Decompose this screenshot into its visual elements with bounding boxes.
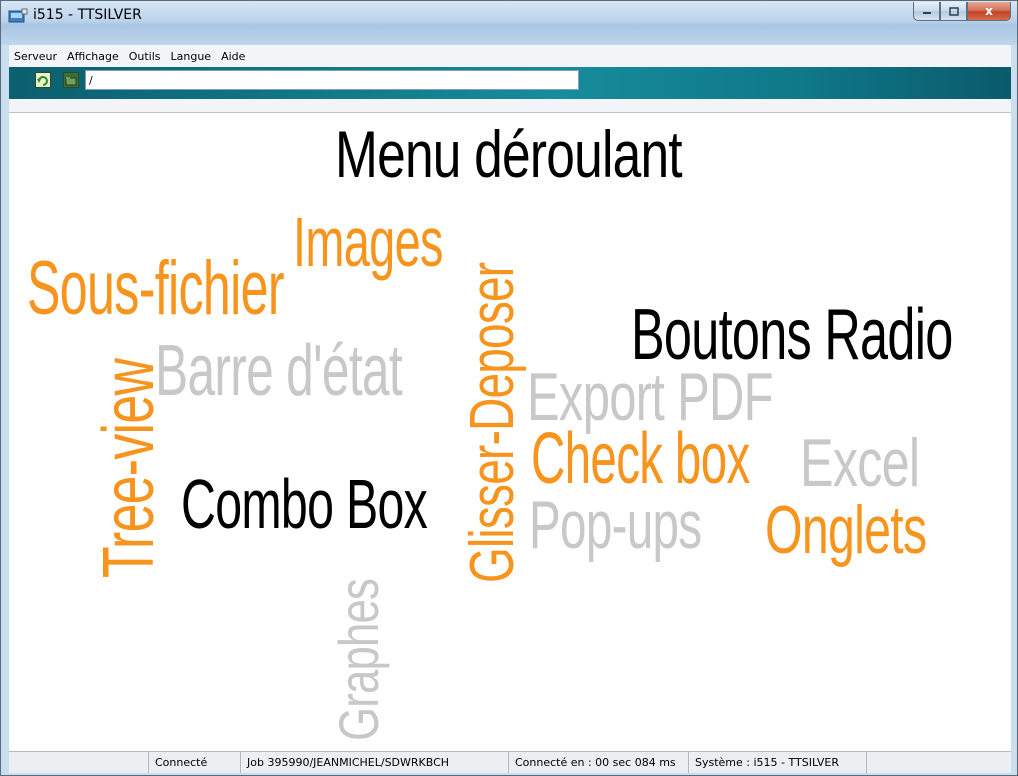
menu-affichage[interactable]: Affichage xyxy=(62,50,124,63)
toolbar-separator xyxy=(9,99,1011,113)
folder-icon xyxy=(65,77,77,86)
word-sous-fichier: Sous-fichier xyxy=(27,246,285,331)
close-button[interactable]: x xyxy=(967,2,1011,21)
menu-langue[interactable]: Langue xyxy=(166,50,217,63)
app-icon xyxy=(8,8,28,23)
toolbar: / xyxy=(9,67,1011,99)
maximize-button[interactable] xyxy=(940,2,967,21)
minimize-button[interactable] xyxy=(913,2,940,21)
folder-button[interactable] xyxy=(63,72,79,88)
word-barre-etat: Barre d'état xyxy=(155,331,403,411)
word-glisser-deposer: Glisser-Deposer xyxy=(458,262,527,583)
word-check-box: Check box xyxy=(531,419,750,499)
status-connection: Connecté xyxy=(149,752,241,773)
status-system: Système : i515 - TTSILVER xyxy=(689,752,867,773)
refresh-icon xyxy=(37,76,48,86)
menu-outils[interactable]: Outils xyxy=(124,50,166,63)
status-bar: Connecté Job 395990/JEANMICHEL/SDWRKBCH … xyxy=(9,751,1011,773)
window-controls: x xyxy=(913,2,1011,24)
word-excel: Excel xyxy=(800,425,920,501)
window-title: i515 - TTSILVER xyxy=(33,7,142,23)
status-job: Job 395990/JEANMICHEL/SDWRKBCH xyxy=(241,752,509,773)
word-images: Images xyxy=(293,203,443,281)
status-extra xyxy=(867,752,1011,773)
word-pop-ups: Pop-ups xyxy=(529,487,702,563)
word-onglets: Onglets xyxy=(765,492,927,568)
path-input[interactable]: / xyxy=(85,70,579,90)
close-icon: x xyxy=(985,4,993,18)
refresh-button[interactable] xyxy=(35,72,51,88)
maximize-icon xyxy=(948,6,959,16)
app-window: i515 - TTSILVER x Serveur Affichage Outi… xyxy=(0,0,1018,776)
word-graphes: Graphes xyxy=(327,578,390,741)
menu-bar: Serveur Affichage Outils Langue Aide xyxy=(9,45,1011,67)
status-spacer xyxy=(9,752,149,773)
minimize-icon xyxy=(922,12,931,14)
word-cloud-area: Menu déroulant Images Glisser-Deposer So… xyxy=(9,113,1011,751)
menu-aide[interactable]: Aide xyxy=(216,50,250,63)
menu-serveur[interactable]: Serveur xyxy=(9,50,62,63)
title-bar[interactable]: i515 - TTSILVER x xyxy=(1,1,1017,45)
status-connect-time: Connecté en : 00 sec 084 ms xyxy=(509,752,689,773)
word-menu-deroulant: Menu déroulant xyxy=(335,117,683,191)
word-combo-box: Combo Box xyxy=(181,465,428,543)
